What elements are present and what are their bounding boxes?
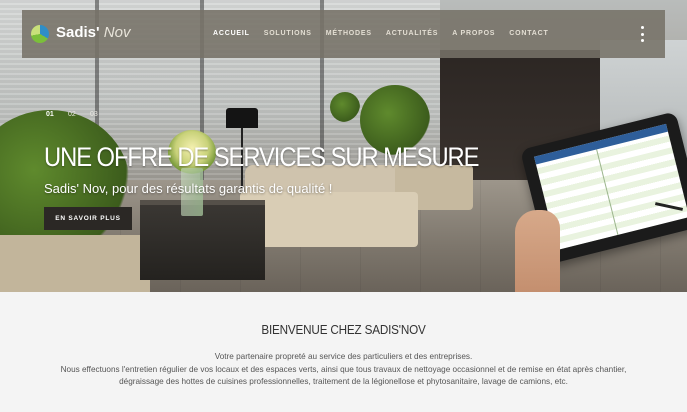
kebab-menu-icon[interactable] [641,26,645,42]
hand-image [515,210,560,292]
welcome-line-2: Nous effectuons l'entretien régulier de … [60,364,627,374]
lamp-image [226,108,258,128]
welcome-title: Bienvenue chez Sadis'Nov [261,322,426,337]
table-image [140,205,265,280]
slide-indicator-3[interactable]: 03 [90,111,112,118]
nav-item-actualites[interactable]: Actualités [386,30,438,37]
plant-image [330,92,360,122]
hero-title: Une offre de services sur mesure [44,142,480,172]
logo-text-main: Sadis' [56,24,100,41]
nav-item-contact[interactable]: Contact [509,30,548,37]
hero-subtitle: Sadis' Nov, pour des résultats garantis … [44,181,333,196]
nav-item-methodes[interactable]: Méthodes [326,30,372,37]
kebab-dot [641,26,644,29]
slide-indicators: 01 02 03 [46,111,112,118]
welcome-line-1: Votre partenaire propreté au service des… [214,352,473,361]
kebab-dot [641,32,644,36]
slide-indicator-2[interactable]: 02 [68,111,90,118]
logo-text-accent: Nov [103,24,131,41]
top-navbar: Sadis' Nov Accueil Solutions Méthodes Ac… [22,10,665,58]
slide-indicator-1[interactable]: 01 [46,111,68,118]
tablet-screen-column [596,149,619,235]
kebab-dot [641,39,644,42]
main-menu: Accueil Solutions Méthodes Actualités A … [213,30,563,37]
nav-item-a-propos[interactable]: A propos [452,30,495,37]
logo-icon[interactable] [31,25,49,43]
welcome-line-3: dégraissage des hottes de cuisines profe… [119,377,568,386]
nav-item-solutions[interactable]: Solutions [264,30,312,37]
nav-item-accueil[interactable]: Accueil [213,30,250,37]
welcome-text: Votre partenaire propreté au service des… [20,351,667,389]
welcome-section: Bienvenue chez Sadis'Nov Votre partenair… [0,292,687,412]
sofa-image [0,235,150,292]
learn-more-button[interactable]: En savoir plus [44,207,132,230]
logo[interactable]: Sadis' Nov [56,24,130,41]
sofa-image [240,192,418,247]
